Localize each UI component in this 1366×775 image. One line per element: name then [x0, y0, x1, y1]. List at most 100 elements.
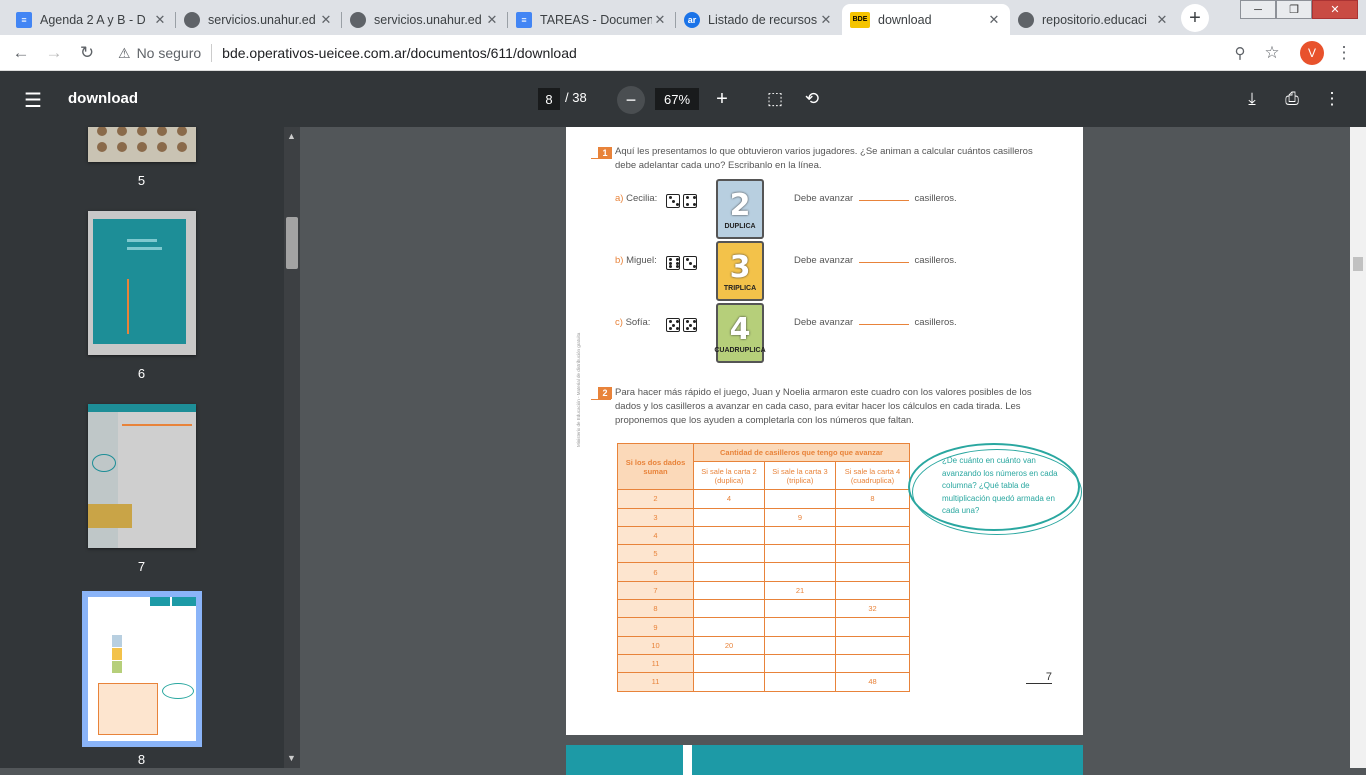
value-cell[interactable] [693, 617, 765, 637]
value-cell[interactable] [693, 525, 765, 546]
value-cell[interactable] [764, 635, 836, 655]
page-thumbnail[interactable] [88, 211, 196, 355]
browser-tab[interactable]: ≡ Agenda 2 A y B - D ✕ [8, 4, 176, 35]
value-cell[interactable] [835, 525, 910, 546]
table-row: 24 8 [617, 489, 910, 509]
value-cell[interactable] [764, 489, 836, 509]
page-total: / 38 [565, 90, 587, 105]
url-text[interactable]: bde.operativos-ueicee.com.ar/documentos/… [222, 45, 577, 61]
value-cell[interactable] [693, 599, 765, 619]
close-tab-icon[interactable]: ✕ [986, 12, 1002, 28]
page-thumbnail[interactable] [88, 126, 196, 162]
dice-sum-cell: 8 [617, 599, 694, 619]
value-cell[interactable]: 20 [693, 635, 765, 655]
value-cell[interactable] [693, 672, 765, 692]
close-tab-icon[interactable]: ✕ [152, 12, 168, 28]
advance-sentence: Debe avanzar casilleros. [794, 192, 957, 206]
value-cell[interactable] [764, 525, 836, 546]
zoom-level-input[interactable]: 67% [655, 88, 699, 110]
value-cell[interactable]: 9 [764, 507, 836, 527]
download-icon[interactable]: ⤓ [1240, 87, 1264, 111]
zoom-in-button[interactable]: + [710, 86, 734, 112]
value-cell[interactable] [764, 672, 836, 692]
value-cell[interactable] [693, 653, 765, 674]
forward-arrow-icon[interactable]: → [43, 42, 65, 64]
value-cell[interactable]: 48 [835, 672, 910, 692]
rotate-icon[interactable]: ⟲ [800, 87, 824, 111]
value-cell[interactable] [835, 507, 910, 527]
profile-avatar[interactable]: V [1300, 41, 1324, 65]
dice-sum-cell: 10 [617, 635, 694, 655]
value-cell[interactable] [764, 617, 836, 637]
value-cell[interactable] [835, 544, 910, 564]
answer-blank[interactable] [858, 324, 909, 325]
minimize-icon[interactable]: ─ [1240, 0, 1276, 19]
close-tab-icon[interactable]: ✕ [1154, 12, 1170, 28]
scrollbar-thumb[interactable] [1353, 257, 1363, 271]
player-name: Cecilia: [626, 193, 658, 204]
player-label: c) Sofía: [615, 316, 650, 330]
zoom-out-button[interactable]: − [617, 86, 645, 114]
answer-blank[interactable] [858, 200, 909, 201]
value-cell[interactable] [835, 580, 910, 601]
value-cell[interactable] [835, 635, 910, 655]
close-tab-icon[interactable]: ✕ [318, 12, 334, 28]
browser-tab[interactable]: BDE download ✕ [842, 4, 1010, 35]
browser-tab[interactable]: ≡ TAREAS - Documen ✕ [508, 4, 676, 35]
value-cell[interactable]: 8 [835, 489, 910, 509]
fit-page-icon[interactable]: ⬚ [763, 87, 787, 111]
browser-tab[interactable]: ar Listado de recursos ✕ [676, 4, 842, 35]
value-cell[interactable] [693, 562, 765, 582]
zoom-magnifier-icon[interactable]: ⚲ [1229, 42, 1251, 64]
selected-thumbnail-frame[interactable] [82, 591, 202, 747]
browser-tab[interactable]: servicios.unahur.ed ✕ [342, 4, 508, 35]
scroll-down-arrow-icon[interactable]: ▼ [287, 753, 296, 763]
advance-prefix: Debe avanzar [794, 193, 854, 204]
warning-icon[interactable]: ⚠ [118, 45, 131, 62]
scroll-up-arrow-icon[interactable]: ▲ [287, 131, 296, 141]
close-window-icon[interactable]: ✕ [1312, 0, 1358, 19]
omnibox[interactable]: ⚠ No seguro bde.operativos-ueicee.com.ar… [108, 39, 1288, 67]
answer-blank[interactable] [858, 262, 909, 263]
viewer-scrollbar[interactable] [1350, 127, 1366, 768]
value-cell[interactable] [693, 580, 765, 601]
value-cell[interactable]: 21 [764, 580, 836, 601]
value-cell[interactable] [764, 599, 836, 619]
value-cell[interactable] [764, 562, 836, 582]
page-number-input[interactable]: 8 [538, 88, 560, 110]
close-tab-icon[interactable]: ✕ [652, 12, 668, 28]
page-number: 7 [1026, 671, 1052, 684]
value-cell[interactable] [835, 653, 910, 674]
hamburger-menu-icon[interactable]: ☰ [24, 88, 42, 113]
more-options-icon[interactable]: ⋮ [1320, 87, 1344, 111]
value-cell[interactable]: 4 [693, 489, 765, 509]
close-tab-icon[interactable]: ✕ [818, 12, 834, 28]
value-cell[interactable] [693, 507, 765, 527]
docs-icon: ≡ [516, 11, 532, 28]
value-cell[interactable] [835, 562, 910, 582]
sidebar-scrollbar[interactable]: ▲ ▼ [284, 127, 300, 768]
value-cell[interactable] [764, 653, 836, 674]
page-thumbnail[interactable] [88, 404, 196, 548]
value-cell[interactable]: 32 [835, 599, 910, 619]
security-label[interactable]: No seguro [137, 45, 202, 61]
star-icon[interactable]: ☆ [1261, 42, 1283, 64]
kebab-menu-icon[interactable]: ⋮ [1333, 42, 1355, 64]
value-cell[interactable] [693, 544, 765, 564]
question-number-badge: 1 [598, 147, 612, 159]
dice-icon [683, 255, 697, 270]
new-tab-button[interactable]: + [1181, 4, 1209, 32]
browser-tab[interactable]: repositorio.educaci ✕ [1010, 4, 1178, 35]
maximize-icon[interactable]: ❐ [1276, 0, 1312, 19]
value-cell[interactable] [835, 617, 910, 637]
reload-icon[interactable]: ↻ [76, 42, 98, 64]
value-cell[interactable] [764, 544, 836, 564]
globe-icon [1018, 11, 1034, 28]
browser-tab[interactable]: servicios.unahur.ed ✕ [176, 4, 342, 35]
close-tab-icon[interactable]: ✕ [484, 12, 500, 28]
print-icon[interactable]: ⎙ [1280, 87, 1304, 111]
scrollbar-thumb[interactable] [286, 217, 298, 269]
back-arrow-icon[interactable]: ← [10, 42, 32, 64]
table-col-header: Si sale la carta 4 (cuadruplica) [835, 461, 910, 491]
page-thumbnail[interactable] [88, 597, 196, 741]
